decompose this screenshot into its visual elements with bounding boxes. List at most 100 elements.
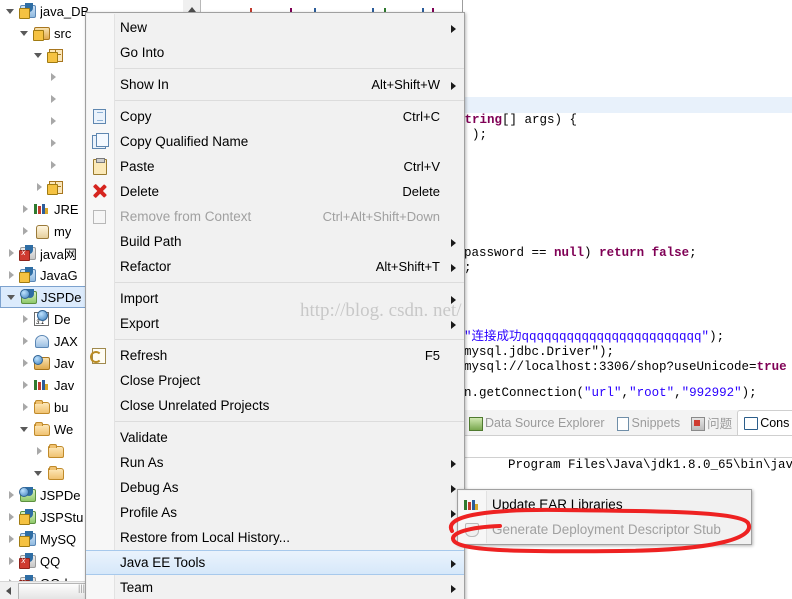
menu-item-shortcut: Alt+Shift+W: [371, 77, 440, 92]
source-folder-icon: [33, 25, 51, 41]
menu-item-label: Run As: [120, 455, 164, 470]
blank-icon: [61, 113, 79, 129]
twisty-expanded-icon[interactable]: [20, 28, 31, 39]
twisty-collapsed-icon[interactable]: [20, 358, 31, 369]
package-warning-icon: [47, 179, 65, 195]
twisty-collapsed-icon[interactable]: [48, 116, 59, 127]
tab-label: 问题: [707, 417, 733, 431]
menu-item-label: Delete: [120, 184, 160, 199]
eclipse-window: String[] args) { ); | password == null) r…: [0, 0, 792, 599]
twisty-collapsed-icon[interactable]: [48, 160, 59, 171]
tab-cons[interactable]: Cons: [737, 410, 792, 435]
menu-item-delete[interactable]: Delete Delete: [86, 179, 464, 204]
menu-item-copy-qualified-name[interactable]: Copy Qualified Name: [86, 129, 464, 154]
twisty-expanded-icon[interactable]: [7, 292, 18, 303]
tree-item-label: JSPStu: [40, 509, 84, 525]
jre-library-icon: [33, 377, 51, 393]
tree-item-label: java_DB: [40, 3, 90, 19]
console-icon: [743, 416, 759, 430]
menu-item-label: Close Unrelated Projects: [120, 398, 270, 413]
menu-item-refactor[interactable]: Refactor Alt+Shift+T: [86, 254, 464, 279]
database-icon: [468, 416, 483, 431]
twisty-collapsed-icon[interactable]: [48, 94, 59, 105]
menu-item-generate-deployment-descriptor-stub: Generate Deployment Descriptor Stub: [458, 517, 751, 542]
menu-separator: [115, 339, 464, 340]
menu-item-go-into[interactable]: Go Into: [86, 40, 464, 65]
menu-item-profile-as[interactable]: Profile As: [86, 500, 464, 525]
menu-item-label: Go Into: [120, 45, 165, 60]
blank-icon: [61, 91, 79, 107]
menu-item-label: Restore from Local History...: [120, 530, 291, 545]
menu-item-paste[interactable]: Paste Ctrl+V: [86, 154, 464, 179]
twisty-collapsed-icon[interactable]: [34, 446, 45, 457]
menu-item-label: Export: [120, 316, 160, 331]
twisty-collapsed-icon[interactable]: [6, 556, 17, 567]
tree-item-label: JSPDe: [40, 487, 81, 503]
twisty-expanded-icon[interactable]: [34, 50, 45, 61]
twisty-collapsed-icon[interactable]: [20, 314, 31, 325]
scroll-left-arrow[interactable]: [0, 582, 17, 599]
menu-item-copy[interactable]: Copy Ctrl+C: [86, 104, 464, 129]
twisty-collapsed-icon[interactable]: [20, 226, 31, 237]
twisty-collapsed-icon[interactable]: [6, 534, 17, 545]
menu-item-run-as[interactable]: Run As: [86, 450, 464, 475]
java-editor[interactable]: String[] args) { ); | password == null) r…: [462, 0, 792, 410]
tree-item-label: my: [54, 223, 72, 239]
menu-item-restore-from-local-history[interactable]: Restore from Local History...: [86, 525, 464, 550]
menu-item-update-ear-libraries[interactable]: Update EAR Libraries: [458, 492, 751, 517]
twisty-collapsed-icon[interactable]: [34, 182, 45, 193]
twisty-collapsed-icon[interactable]: [20, 402, 31, 413]
twisty-collapsed-icon[interactable]: [48, 138, 59, 149]
menu-separator: [115, 421, 464, 422]
menu-item-validate[interactable]: Validate: [86, 425, 464, 450]
twisty-collapsed-icon[interactable]: [6, 248, 17, 259]
bottom-view-tabs[interactable]: Data Source Explorer Snippets 问题 Cons: [463, 410, 792, 436]
web-project-warning-icon: [19, 509, 37, 525]
menu-item-label: Java EE Tools: [120, 555, 206, 570]
jre-library-icon: [33, 201, 51, 217]
menu-item-close-unrelated-projects[interactable]: Close Unrelated Projects: [86, 393, 464, 418]
twisty-expanded-icon[interactable]: [6, 6, 17, 17]
menu-item-java-ee-tools[interactable]: Java EE Tools: [86, 550, 464, 575]
menu-item-show-in[interactable]: Show In Alt+Shift+W: [86, 72, 464, 97]
ear-libraries-icon: [463, 496, 480, 513]
menu-separator: [115, 68, 464, 69]
twisty-expanded-icon[interactable]: [20, 424, 31, 435]
refresh-icon: [90, 347, 108, 364]
menu-item-import[interactable]: Import: [86, 286, 464, 311]
copy-qualified-icon: [91, 133, 109, 150]
menu-item-refresh[interactable]: Refresh F5: [86, 343, 464, 368]
tree-item-label: MySQ: [40, 531, 77, 547]
twisty-collapsed-icon[interactable]: [48, 72, 59, 83]
menu-item-close-project[interactable]: Close Project: [86, 368, 464, 393]
tab-label: Cons: [760, 416, 790, 430]
submenu-items[interactable]: Update EAR Libraries Generate Deployment …: [458, 492, 751, 542]
remove-context-icon: [91, 208, 108, 225]
menu-item-label: Profile As: [120, 505, 178, 520]
twisty-expanded-icon[interactable]: [34, 468, 45, 479]
folder-icon: [47, 465, 65, 481]
menu-item-new[interactable]: New: [86, 15, 464, 40]
tab-snippets[interactable]: Snippets: [610, 410, 686, 435]
java-ee-tools-submenu[interactable]: Update EAR Libraries Generate Deployment …: [457, 489, 752, 545]
twisty-collapsed-icon[interactable]: [20, 336, 31, 347]
twisty-collapsed-icon[interactable]: [20, 380, 31, 391]
tab-label: Data Source Explorer: [485, 415, 605, 430]
tab-data-source-explorer[interactable]: Data Source Explorer: [463, 410, 610, 435]
menu-item-debug-as[interactable]: Debug As: [86, 475, 464, 500]
project-context-menu[interactable]: New Go Into Show In Alt+Shift+W Copy Ctrl+C Co…: [85, 12, 465, 599]
twisty-collapsed-icon[interactable]: [20, 204, 31, 215]
console-line: Program Files\Java\jdk1.8.0_65\bin\javaw…: [508, 458, 792, 472]
menu-item-export[interactable]: Export: [86, 311, 464, 336]
menu-item-label: Close Project: [120, 373, 201, 388]
context-menu-items[interactable]: New Go Into Show In Alt+Shift+W Copy Ctrl+C Co…: [86, 15, 464, 599]
menu-item-shortcut: Alt+Shift+T: [375, 259, 440, 274]
tree-item-label: JAX: [54, 333, 78, 349]
tab-问题[interactable]: 问题: [685, 410, 737, 435]
twisty-collapsed-icon[interactable]: [6, 490, 17, 501]
menu-item-team[interactable]: Team: [86, 575, 464, 599]
menu-item-build-path[interactable]: Build Path: [86, 229, 464, 254]
twisty-collapsed-icon[interactable]: [6, 512, 17, 523]
twisty-collapsed-icon[interactable]: [6, 270, 17, 281]
java-project-error-icon: [19, 553, 37, 569]
